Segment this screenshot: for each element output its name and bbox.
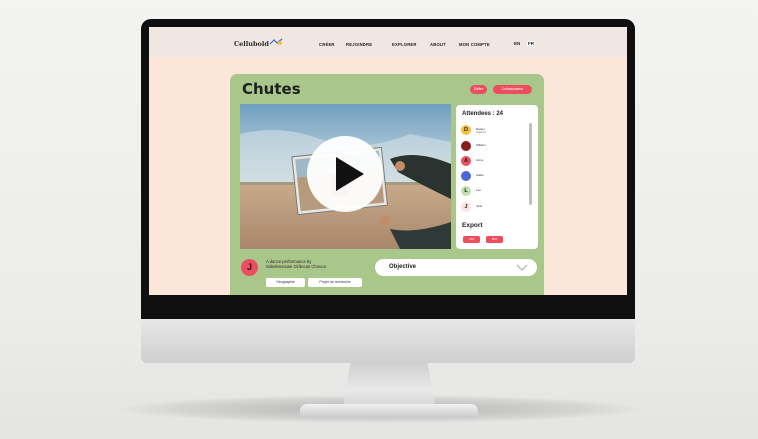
screen: Cellubold CRÉER REJOINDRE EXPLORER ABOUT… [149,27,627,295]
event-card: Chutes Éditer Collaborateur Attendees: … [230,74,544,295]
site-logo[interactable]: Cellubold [234,40,269,48]
description-line: Sokelenvouse Cirâncan Chouca [266,264,326,270]
event-description: A dance performance by Sokelenvouse Cirâ… [266,259,376,270]
logo-mark-icon [269,38,283,45]
top-nav: Cellubold CRÉER REJOINDRE EXPLORER ABOUT… [149,27,627,57]
avatar: J [461,202,471,212]
avatar: A [461,156,471,166]
tag-projet-de-recherche[interactable]: Projet de recherche [308,278,362,287]
export-title: Export [462,222,483,229]
attendee-name: Julie [476,204,483,208]
attendees-panel: Attendees : 24 D Daniel Organisé William… [456,105,538,249]
nav-link-creer[interactable]: CRÉER [319,42,335,47]
scrollbar-thumb[interactable] [529,123,532,205]
attendee-name: Anna [476,158,484,162]
avatar [461,141,471,151]
tag-geographie[interactable]: Géographie [266,278,305,287]
event-title: Chutes [242,80,301,98]
nav-link-explorer[interactable]: EXPLORER [392,42,417,47]
attendee-name: Léo [476,188,482,192]
chevron-down-icon[interactable] [516,263,528,272]
avatar: L [461,186,471,196]
attendee-role: Organisé [476,131,487,134]
attendee-name: Adèle [476,173,484,177]
lang-en[interactable]: EN [513,41,521,46]
nav-link-rejoindre[interactable]: REJOINDRE [346,42,372,47]
lang-fr[interactable]: FR [527,41,535,46]
author-avatar[interactable]: J [241,259,258,276]
play-icon[interactable] [306,135,384,213]
export-csv-button[interactable]: CSV [463,236,480,243]
collaborator-button[interactable]: Collaborateur [493,85,532,94]
monitor-stand-neck [343,363,435,407]
attendees-scrollbar[interactable] [529,123,532,205]
objective-dropdown[interactable]: Objective [375,259,537,276]
nav-link-about[interactable]: ABOUT [430,42,446,47]
objective-label: Objective [389,264,417,270]
avatar [461,171,471,181]
video-player[interactable] [240,104,451,249]
edit-button[interactable]: Éditer [470,85,487,94]
attendees-title: Attendees : 24 [462,111,504,117]
avatar: D [461,125,471,135]
attendee-name: William [476,143,486,147]
nav-link-mon-compte[interactable]: MON COMPTE [459,42,490,47]
export-pdf-button[interactable]: PDF [486,236,503,243]
monitor-chin [141,319,635,363]
monitor-stand-base [300,404,478,418]
